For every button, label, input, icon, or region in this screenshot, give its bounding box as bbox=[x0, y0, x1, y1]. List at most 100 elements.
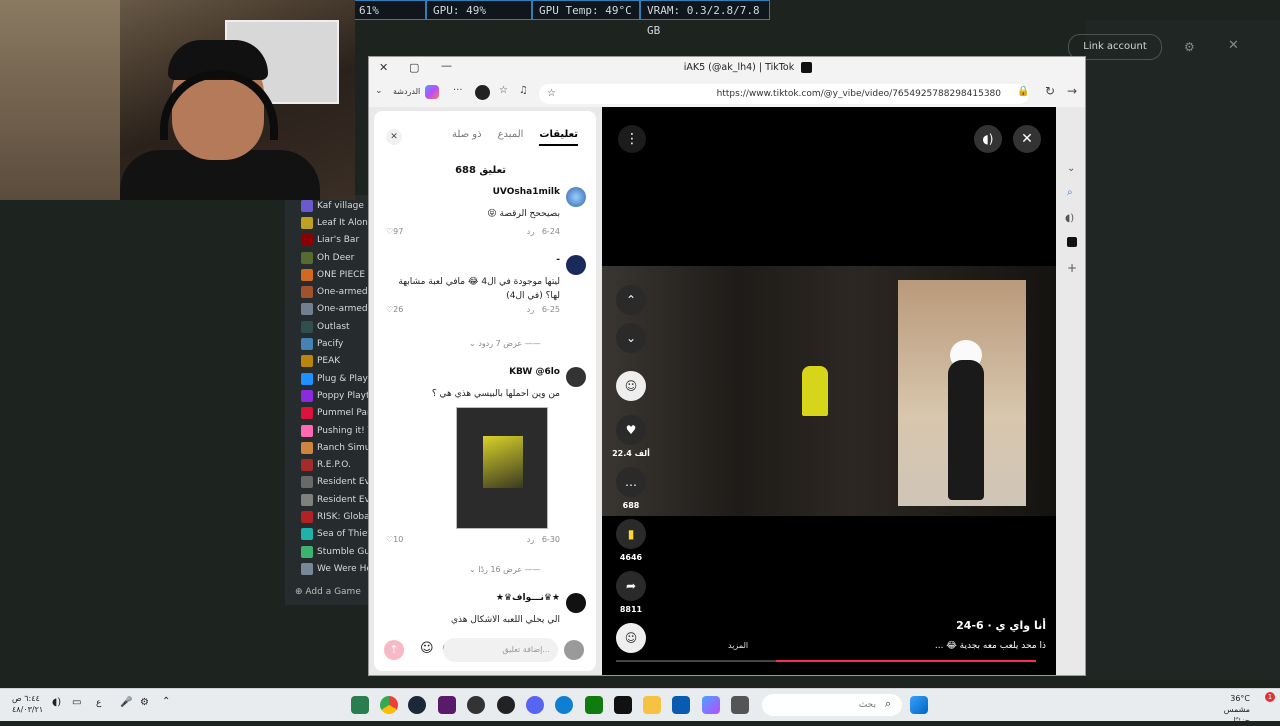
game-list-item[interactable]: Oh Deer bbox=[285, 249, 370, 266]
view-replies-button[interactable]: ⌄ عرض 16 ردًا —— bbox=[469, 565, 541, 574]
game-list-item[interactable]: Resident Evi bbox=[285, 474, 370, 491]
avatar[interactable] bbox=[566, 593, 586, 613]
settings-icon[interactable]: ⚙ bbox=[1184, 40, 1195, 54]
profile-avatar[interactable] bbox=[475, 85, 490, 100]
tab-creator[interactable]: المبدع bbox=[498, 129, 524, 146]
bookmark-icon[interactable]: ▮ bbox=[616, 519, 646, 549]
share-icon[interactable]: ➦ bbox=[616, 571, 646, 601]
maximize-icon[interactable]: ▢ bbox=[409, 61, 419, 74]
like-icon[interactable]: ♥ bbox=[616, 415, 646, 445]
avatar[interactable] bbox=[566, 187, 586, 207]
view-replies-button[interactable]: ⌄ عرض 7 ردود —— bbox=[469, 339, 541, 348]
nzxt-icon[interactable] bbox=[438, 696, 456, 714]
avatar[interactable] bbox=[566, 367, 586, 387]
previous-video-icon[interactable]: ⌃ bbox=[616, 285, 646, 315]
see-more-button[interactable]: المزيد bbox=[728, 641, 748, 650]
game-list-item[interactable]: Poppy Playti bbox=[285, 387, 370, 404]
network-icon[interactable]: ▭ bbox=[72, 697, 81, 708]
language-indicator[interactable]: ع bbox=[96, 698, 101, 708]
game-list-item[interactable]: Outlast bbox=[285, 318, 370, 335]
search-icon[interactable]: ⌕ bbox=[1067, 187, 1073, 198]
favorites-icon[interactable]: ☆ bbox=[499, 85, 508, 96]
windows-start-icon[interactable] bbox=[910, 696, 928, 714]
video-player[interactable]: ⋮ ◖) ✕ ⌃ ⌄ ☺ ♥ 22.4 ألف … 688 ▮ 4646 ➦ 8… bbox=[602, 107, 1056, 675]
store-icon[interactable] bbox=[672, 696, 690, 714]
volume-icon[interactable]: ◖) bbox=[52, 697, 61, 708]
game-list-item[interactable]: ONE PIECE O bbox=[285, 266, 370, 283]
reply-button[interactable]: رد bbox=[527, 535, 534, 544]
game-list-item[interactable]: PEAK bbox=[285, 353, 370, 370]
comment-input[interactable]: إضافة تعليق... bbox=[443, 638, 558, 662]
comment-username[interactable]: ★♛نـــواف♛★ bbox=[496, 593, 560, 603]
clock[interactable]: ٦:٤٤ ص ٤٨/٠٣/٢١ bbox=[12, 693, 43, 715]
close-window-icon[interactable]: ✕ bbox=[379, 61, 388, 74]
url-field[interactable]: https://www.tiktok.com/@y_vibe/video/765… bbox=[539, 84, 1029, 104]
copilot-icon[interactable] bbox=[425, 85, 439, 99]
microphone-icon[interactable]: 🎤 bbox=[120, 697, 132, 708]
game-list-item[interactable]: Stumble Guy bbox=[285, 543, 370, 560]
comment-image[interactable] bbox=[456, 407, 548, 529]
copilot-icon[interactable] bbox=[702, 696, 720, 714]
creator-avatar[interactable]: ☺ bbox=[616, 371, 646, 401]
folder-icon[interactable] bbox=[643, 696, 661, 714]
comment-likes[interactable]: 26♡ bbox=[386, 305, 403, 314]
game-list-item[interactable]: Resident Evi bbox=[285, 491, 370, 508]
add-game-button[interactable]: ⊕ Add a Game bbox=[295, 587, 361, 597]
app-icon[interactable] bbox=[614, 696, 632, 714]
video-progress-bar[interactable] bbox=[616, 660, 1036, 662]
discord-icon[interactable] bbox=[526, 696, 544, 714]
avatar[interactable] bbox=[566, 255, 586, 275]
chevron-down-icon[interactable]: ⌄ bbox=[375, 86, 383, 96]
comment-username[interactable]: UVOsha1milk bbox=[493, 187, 560, 197]
chat-label[interactable]: الدردشة bbox=[393, 87, 420, 96]
comment-icon[interactable]: … bbox=[616, 467, 646, 497]
add-icon[interactable]: + bbox=[1067, 261, 1077, 275]
app-icon[interactable] bbox=[351, 696, 369, 714]
weather-widget[interactable]: 36°C مشمس جزئيًا bbox=[1216, 693, 1250, 726]
game-list-item[interactable]: Pummel Part bbox=[285, 405, 370, 422]
chevron-up-icon[interactable]: ⌃ bbox=[162, 696, 170, 707]
comment-likes[interactable]: 10♡ bbox=[386, 535, 403, 544]
game-list-item[interactable]: Sea of Thiev bbox=[285, 526, 370, 543]
steam-icon[interactable] bbox=[408, 696, 426, 714]
game-list-item[interactable]: R.E.P.O. bbox=[285, 456, 370, 473]
video-author[interactable]: أنا واي ي · 6-24 bbox=[956, 619, 1046, 632]
game-list-item[interactable]: Pacify bbox=[285, 335, 370, 352]
game-list-item[interactable]: Leaf It Alone bbox=[285, 214, 370, 231]
comment-username[interactable]: KBW @6lo bbox=[509, 367, 560, 377]
speaker-icon[interactable]: ◖) bbox=[1065, 213, 1074, 224]
extensions-icon[interactable]: ♫ bbox=[519, 85, 528, 96]
refresh-icon[interactable]: ↻ bbox=[1045, 84, 1055, 98]
reply-button[interactable]: رد bbox=[527, 305, 534, 314]
taskbar-search[interactable]: بحث bbox=[762, 694, 902, 716]
xbox-icon[interactable] bbox=[585, 696, 603, 714]
more-options-icon[interactable]: ⋮ bbox=[618, 125, 646, 153]
minimize-icon[interactable]: — bbox=[441, 59, 452, 72]
game-list-item[interactable]: RISK: Global bbox=[285, 508, 370, 525]
game-list-item[interactable]: Ranch Simul bbox=[285, 439, 370, 456]
emoji-icon[interactable]: ☺ bbox=[420, 641, 434, 656]
next-video-icon[interactable]: ⌄ bbox=[616, 323, 646, 353]
tab-related[interactable]: ذو صلة bbox=[452, 129, 482, 146]
send-button[interactable]: ↑ bbox=[384, 640, 404, 660]
comment-username[interactable]: - bbox=[556, 255, 560, 265]
edge-icon[interactable] bbox=[555, 696, 573, 714]
close-comments-icon[interactable]: ✕ bbox=[386, 129, 402, 145]
chrome-icon[interactable] bbox=[380, 696, 398, 714]
chevron-down-icon[interactable]: ⌄ bbox=[1067, 163, 1075, 174]
close-video-icon[interactable]: ✕ bbox=[1013, 125, 1041, 153]
app-icon[interactable] bbox=[731, 696, 749, 714]
close-icon[interactable]: ✕ bbox=[1228, 38, 1239, 53]
game-list-item[interactable]: One-armed bbox=[285, 301, 370, 318]
app-icon[interactable] bbox=[467, 696, 485, 714]
app-icon[interactable] bbox=[497, 696, 515, 714]
game-list-item[interactable]: We Were He bbox=[285, 560, 370, 577]
game-list-item[interactable]: Plug & Play bbox=[285, 370, 370, 387]
forward-icon[interactable]: → bbox=[1067, 84, 1077, 98]
reply-button[interactable]: رد bbox=[527, 227, 534, 236]
tiktok-icon[interactable] bbox=[1067, 237, 1077, 247]
game-list-item[interactable]: Pushing it! T bbox=[285, 422, 370, 439]
comment-likes[interactable]: 97♡ bbox=[386, 227, 403, 236]
tab-comments[interactable]: تعليقات bbox=[539, 129, 578, 146]
sound-avatar[interactable]: ☺ bbox=[616, 623, 646, 653]
